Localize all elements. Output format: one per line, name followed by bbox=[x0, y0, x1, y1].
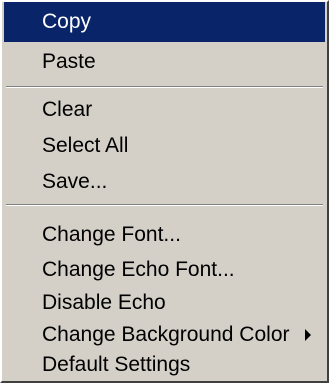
menu-item-label: Save... bbox=[42, 170, 108, 193]
menu-item-select-all[interactable]: Select All bbox=[4, 126, 325, 166]
menu-separator bbox=[6, 204, 323, 206]
menu-item-label: Change Background Color bbox=[42, 323, 290, 346]
menu-item-paste[interactable]: Paste bbox=[4, 42, 325, 82]
menu-item-label: Select All bbox=[42, 134, 129, 157]
menu-item-label: Paste bbox=[42, 50, 96, 73]
submenu-arrow-icon bbox=[305, 329, 311, 341]
menu-item-save[interactable]: Save... bbox=[4, 162, 325, 202]
menu-item-label: Copy bbox=[42, 10, 92, 33]
menu-item-copy[interactable]: Copy bbox=[4, 2, 325, 42]
context-menu: Copy Paste Clear Select All Save... Chan… bbox=[0, 0, 329, 383]
menu-item-label: Default Settings bbox=[42, 353, 191, 376]
menu-item-clear[interactable]: Clear bbox=[4, 90, 325, 130]
menu-item-default-settings[interactable]: Default Settings bbox=[4, 345, 325, 385]
menu-item-label: Change Font... bbox=[42, 223, 181, 246]
menu-item-label: Change Echo Font... bbox=[42, 258, 235, 281]
menu-item-label: Disable Echo bbox=[42, 291, 166, 314]
menu-item-label: Clear bbox=[42, 98, 93, 121]
menu-item-change-font[interactable]: Change Font... bbox=[4, 215, 325, 255]
menu-separator bbox=[6, 86, 323, 88]
